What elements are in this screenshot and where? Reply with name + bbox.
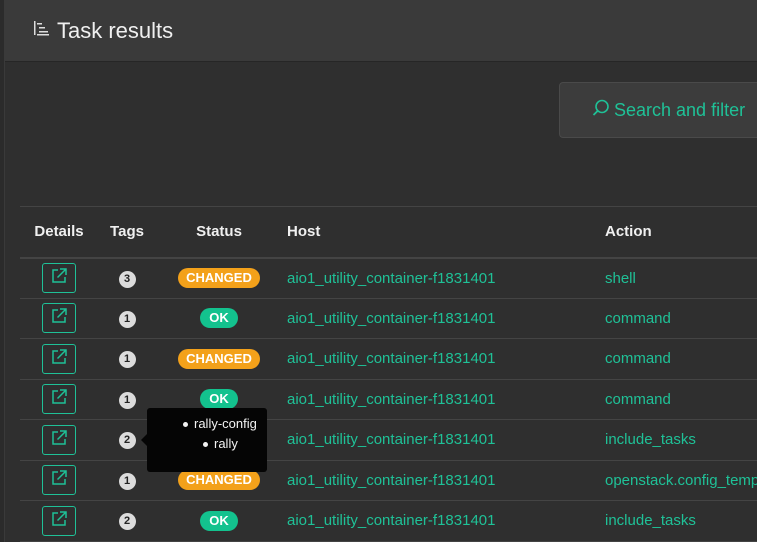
host-link[interactable]: aio1_utility_container-f1831401 [287, 270, 495, 287]
table-header-row: Details Tags Status Host Action [20, 206, 757, 258]
panel-header: Task results [5, 0, 757, 62]
search-button-label: Search and filter [614, 99, 746, 120]
action-link[interactable]: include_tasks [605, 431, 696, 448]
details-button[interactable] [42, 465, 76, 496]
host-link[interactable]: aio1_utility_container-f1831401 [287, 431, 495, 448]
action-link[interactable]: shell [605, 270, 636, 287]
host-link[interactable]: aio1_utility_container-f1831401 [287, 310, 495, 327]
action-link[interactable]: command [605, 350, 671, 367]
tag-count-badge[interactable]: 1 [118, 310, 136, 328]
table-row: 2 OK aio1_utility_container-f1831401 includ… [20, 501, 757, 541]
table-row: 1 OK aio1_utility_container-f1831401 comman… [20, 379, 757, 420]
action-link[interactable]: openstack.config_temp [605, 472, 757, 489]
tag-count-badge[interactable]: 1 [118, 472, 136, 490]
action-link[interactable]: command [605, 391, 671, 408]
status-badge: OK [200, 308, 238, 329]
external-link-icon [50, 348, 68, 370]
details-button[interactable] [42, 505, 76, 536]
details-button[interactable] [42, 424, 76, 455]
search-icon [592, 99, 614, 122]
table-row: 1 CHANGED aio1_utility_container-f1831401 o… [20, 460, 757, 501]
status-badge: CHANGED [178, 470, 260, 491]
table-row: 2OKaio1_utility_container-f1831401includ… [20, 420, 757, 460]
tooltip-item: rally [155, 434, 259, 454]
host-link[interactable]: aio1_utility_container-f1831401 [287, 472, 495, 489]
status-badge: CHANGED [178, 348, 260, 369]
action-link[interactable]: include_tasks [605, 512, 696, 529]
details-button[interactable] [42, 343, 76, 374]
details-button[interactable] [42, 303, 76, 334]
column-header-host[interactable]: Host [282, 207, 600, 258]
table-row: 1 CHANGED aio1_utility_container-f1831401 c… [20, 339, 757, 379]
host-link[interactable]: aio1_utility_container-f1831401 [287, 350, 495, 367]
column-header-status[interactable]: Status [156, 207, 282, 258]
status-badge: OK [200, 510, 238, 531]
host-link[interactable]: aio1_utility_container-f1831401 [287, 391, 495, 408]
table-row: 3 CHANGED aio1_utility_container-f1831401 s… [20, 258, 757, 298]
column-header-action[interactable]: Action [600, 207, 757, 258]
tag-count-badge[interactable]: 3 [118, 270, 136, 288]
external-link-icon [50, 388, 68, 410]
tag-count-badge[interactable]: 2 [118, 432, 136, 450]
column-header-tags[interactable]: Tags [98, 207, 156, 258]
tag-count-badge[interactable]: 1 [118, 351, 136, 369]
external-link-icon [50, 510, 68, 532]
column-header-details[interactable]: Details [20, 207, 98, 258]
task-results-table: Details Tags Status Host Action 3 CHANGED… [20, 206, 757, 542]
tag-count-badge[interactable]: 2 [118, 513, 136, 531]
action-link[interactable]: command [605, 310, 671, 327]
external-link-icon [50, 307, 68, 329]
details-button[interactable] [42, 384, 76, 415]
status-badge: CHANGED [178, 268, 260, 288]
details-button[interactable] [42, 263, 76, 293]
task-list-icon [33, 19, 57, 42]
page-title: Task results [57, 17, 174, 43]
tooltip-item: rally-config [155, 414, 259, 434]
tags-tooltip: rally-config rally [141, 408, 267, 472]
search-and-filter-button[interactable]: Search and filter [559, 82, 757, 138]
external-link-icon [50, 267, 68, 289]
host-link[interactable]: aio1_utility_container-f1831401 [287, 512, 495, 529]
table-row: 1 OK aio1_utility_container-f1831401 comman… [20, 298, 757, 339]
tag-count-badge[interactable]: 1 [118, 391, 136, 409]
external-link-icon [50, 469, 68, 491]
status-badge: OK [200, 389, 238, 410]
external-link-icon [50, 429, 68, 451]
